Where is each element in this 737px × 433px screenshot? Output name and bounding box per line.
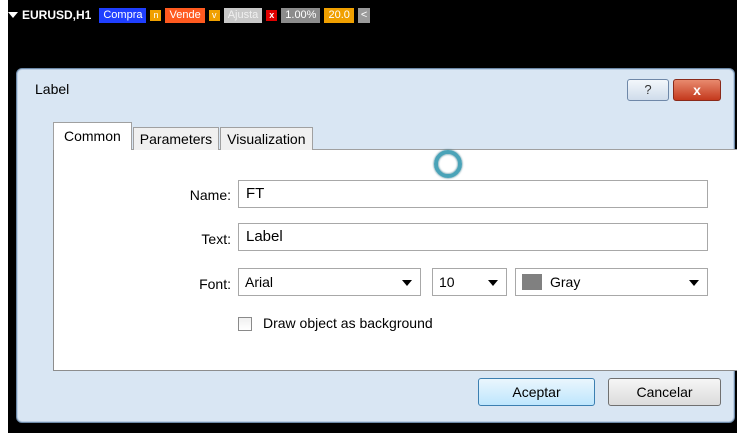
sell-button[interactable]: Vende xyxy=(165,7,205,23)
font-value: Arial xyxy=(245,274,274,290)
label-properties-dialog: Label ? x Common Parameters Visualizatio… xyxy=(16,68,737,423)
font-select[interactable]: Arial xyxy=(238,268,421,296)
text-input[interactable]: Label xyxy=(238,223,708,251)
font-label: Font: xyxy=(199,276,231,292)
chevron-down-icon xyxy=(8,12,18,18)
cancel-button[interactable]: Cancelar xyxy=(608,378,721,406)
symbol-dropdown[interactable]: EURUSD,H1 xyxy=(8,8,91,22)
chevron-down-icon xyxy=(689,280,699,286)
buy-button[interactable]: Compra xyxy=(99,7,147,23)
help-button[interactable]: ? xyxy=(627,79,669,101)
buy-tag[interactable]: n xyxy=(150,9,162,21)
background-checkbox-label: Draw object as background xyxy=(263,315,433,331)
symbol-label: EURUSD,H1 xyxy=(22,8,92,22)
tab-parameters[interactable]: Parameters xyxy=(132,127,220,150)
tab-visualization[interactable]: Visualization xyxy=(220,127,313,150)
color-select[interactable]: Gray xyxy=(515,268,708,296)
tab-strip: Common Parameters Visualization xyxy=(53,122,314,150)
chevron-down-icon xyxy=(488,280,498,286)
color-swatch xyxy=(522,274,542,290)
name-input[interactable]: FT xyxy=(238,180,708,208)
trade-toolbar: EURUSD,H1 Compra n Vende v Ajusta x 1.00… xyxy=(8,6,371,24)
sell-tag[interactable]: v xyxy=(208,9,220,21)
chart-bottom-strip xyxy=(8,424,737,433)
text-label: Text: xyxy=(201,231,231,247)
adjust-button[interactable]: Ajusta xyxy=(223,7,263,23)
color-value: Gray xyxy=(550,274,581,290)
risk-percent[interactable]: 1.00% xyxy=(281,7,321,23)
chevron-down-icon xyxy=(402,280,412,286)
lot-size[interactable]: 20.0 xyxy=(324,7,354,23)
close-trade-button[interactable]: x xyxy=(266,9,278,21)
dialog-title: Label xyxy=(35,81,70,97)
tab-common[interactable]: Common xyxy=(53,122,132,150)
font-size-select[interactable]: 10 xyxy=(432,268,507,296)
busy-spinner-icon xyxy=(434,150,462,178)
ok-button[interactable]: Aceptar xyxy=(478,378,595,406)
close-button[interactable]: x xyxy=(673,79,721,101)
collapse-button[interactable]: < xyxy=(357,7,371,23)
font-size-value: 10 xyxy=(439,274,455,290)
background-checkbox[interactable] xyxy=(238,317,252,331)
name-label: Name: xyxy=(189,187,231,203)
